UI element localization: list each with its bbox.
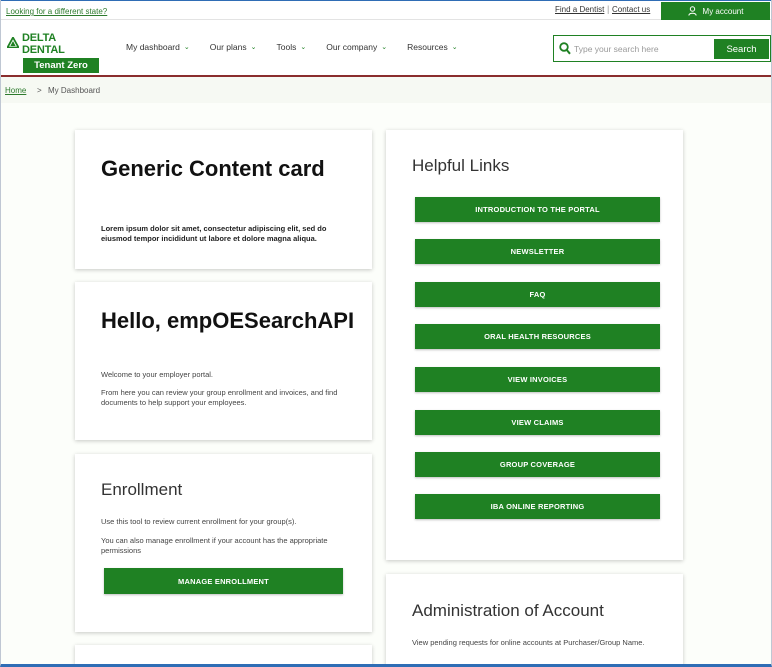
administration-text: View pending requests for online account… — [412, 638, 645, 647]
welcome-text: Welcome to your employer portal. — [101, 370, 213, 379]
nav-item-resources[interactable]: Resources ⌄ — [407, 42, 458, 52]
link-iba-reporting-button[interactable]: IBA ONLINE REPORTING — [415, 494, 660, 519]
welcome-title: Hello, empOESearchAPI — [101, 308, 355, 333]
chevron-down-icon: ⌄ — [451, 44, 458, 51]
welcome-body: From here you can review your group enro… — [101, 388, 338, 407]
partial-card — [75, 645, 372, 664]
delta-logo-icon — [5, 35, 21, 51]
link-newsletter-button[interactable]: NEWSLETTER — [415, 239, 660, 264]
link-view-claims-button[interactable]: VIEW CLAIMS — [415, 410, 660, 435]
welcome-card: Hello, empOESearchAPI Welcome to your em… — [75, 282, 372, 440]
breadcrumb-separator: > — [37, 86, 42, 95]
link-faq-button[interactable]: FAQ — [415, 282, 660, 307]
breadcrumb: Home > My Dashboard — [1, 77, 771, 103]
chevron-down-icon: ⌄ — [300, 44, 307, 51]
contact-us-link[interactable]: Contact us — [612, 5, 650, 14]
my-account-button[interactable]: My account — [661, 2, 770, 20]
administration-title: Administration of Account — [412, 601, 604, 620]
enrollment-permissions-text: You can also manage enrollment if your a… — [101, 536, 328, 555]
browser-frame: Looking for a different state? Find a De… — [0, 0, 772, 667]
link-introduction-portal-button[interactable]: INTRODUCTION TO THE PORTAL — [415, 197, 660, 222]
link-view-invoices-button[interactable]: VIEW INVOICES — [415, 367, 660, 392]
card-title: Generic Content card — [101, 156, 325, 181]
chevron-down-icon: ⌄ — [381, 44, 388, 51]
nav-item-label: Tools — [276, 42, 297, 52]
nav-item-label: Resources — [407, 42, 448, 52]
administration-card: Administration of Account View pending r… — [386, 574, 683, 664]
breadcrumb-home-link[interactable]: Home — [5, 86, 26, 95]
nav-item-label: My dashboard — [126, 42, 180, 52]
link-oral-health-button[interactable]: ORAL HEALTH RESOURCES — [415, 324, 660, 349]
enrollment-card: Enrollment Use this tool to review curre… — [75, 454, 372, 632]
enrollment-title: Enrollment — [101, 480, 183, 499]
helpful-links-card: Helpful Links INTRODUCTION TO THE PORTAL… — [386, 130, 683, 560]
search-box: Search — [553, 35, 771, 62]
tenant-badge: Tenant Zero — [23, 58, 99, 73]
manage-enrollment-button[interactable]: MANAGE ENROLLMENT — [104, 568, 343, 594]
nav-item-my-dashboard[interactable]: My dashboard ⌄ — [126, 42, 190, 52]
enrollment-text: Use this tool to review current enrollme… — [101, 517, 297, 526]
site-header: DELTA DENTAL Tenant Zero My dashboard ⌄ … — [1, 20, 771, 76]
breadcrumb-current: My Dashboard — [48, 86, 101, 95]
utility-separator: | — [607, 4, 610, 14]
search-input[interactable] — [574, 42, 704, 56]
main-nav: My dashboard ⌄ Our plans ⌄ Tools ⌄ Our c… — [126, 42, 478, 52]
brand-logo[interactable]: DELTA DENTAL Tenant Zero — [5, 32, 99, 73]
nav-item-our-company[interactable]: Our company ⌄ — [326, 42, 387, 52]
nav-item-our-plans[interactable]: Our plans ⌄ — [210, 42, 257, 52]
my-account-label: My account — [702, 6, 744, 16]
helpful-links-title: Helpful Links — [412, 156, 510, 175]
different-state-link[interactable]: Looking for a different state? — [6, 7, 107, 16]
chevron-down-icon: ⌄ — [183, 44, 190, 51]
find-dentist-link[interactable]: Find a Dentist — [555, 5, 604, 14]
brand-name: DELTA DENTAL — [22, 32, 65, 56]
card-body: Lorem ipsum dolor sit amet, consectetur … — [101, 224, 327, 243]
nav-item-label: Our plans — [209, 42, 247, 52]
chevron-down-icon: ⌄ — [250, 44, 257, 51]
link-group-coverage-button[interactable]: GROUP COVERAGE — [415, 452, 660, 477]
utility-bar: Looking for a different state? Find a De… — [1, 0, 771, 20]
nav-item-tools[interactable]: Tools ⌄ — [276, 42, 306, 52]
search-button[interactable]: Search — [714, 39, 769, 59]
generic-content-card: Generic Content card Lorem ipsum dolor s… — [75, 130, 372, 269]
nav-item-label: Our company — [326, 42, 378, 52]
search-icon — [559, 42, 571, 60]
dashboard-main: Generic Content card Lorem ipsum dolor s… — [1, 103, 771, 664]
user-icon — [687, 6, 697, 16]
